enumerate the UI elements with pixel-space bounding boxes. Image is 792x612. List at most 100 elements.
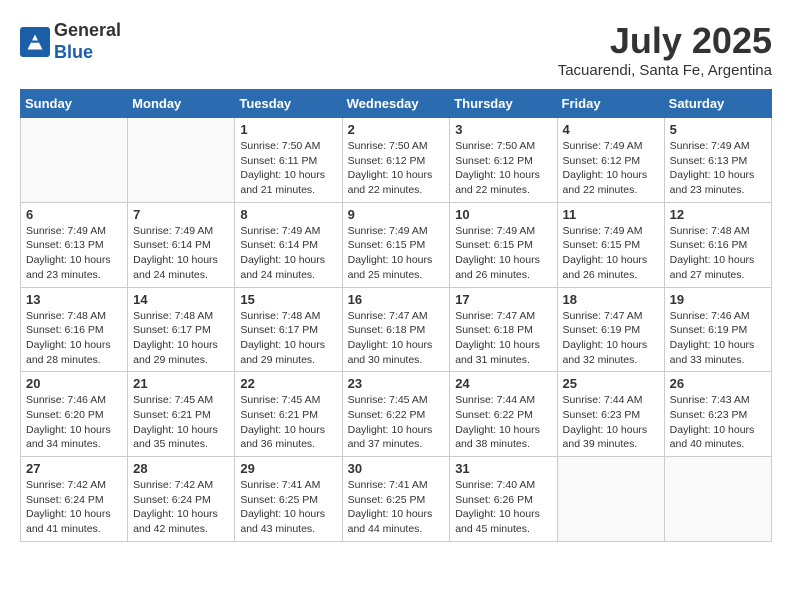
day-number: 19	[670, 292, 766, 307]
day-info: Sunrise: 7:44 AM Sunset: 6:23 PM Dayligh…	[563, 393, 659, 452]
calendar-cell: 11 Sunrise: 7:49 AM Sunset: 6:15 PM Dayli…	[557, 202, 664, 287]
day-number: 10	[455, 207, 551, 222]
calendar-cell: 3 Sunrise: 7:50 AM Sunset: 6:12 PM Daylig…	[450, 118, 557, 203]
calendar-cell: 8 Sunrise: 7:49 AM Sunset: 6:14 PM Daylig…	[235, 202, 342, 287]
day-info: Sunrise: 7:48 AM Sunset: 6:16 PM Dayligh…	[26, 309, 122, 368]
day-info: Sunrise: 7:50 AM Sunset: 6:12 PM Dayligh…	[455, 139, 551, 198]
day-info: Sunrise: 7:45 AM Sunset: 6:22 PM Dayligh…	[348, 393, 445, 452]
page-header: General Blue July 2025 Tacuarendi, Santa…	[20, 20, 772, 79]
logo-general: General	[54, 20, 121, 40]
calendar-cell: 27 Sunrise: 7:42 AM Sunset: 6:24 PM Dayli…	[21, 457, 128, 542]
calendar-week-row: 13 Sunrise: 7:48 AM Sunset: 6:16 PM Dayli…	[21, 287, 772, 372]
calendar-cell: 9 Sunrise: 7:49 AM Sunset: 6:15 PM Daylig…	[342, 202, 450, 287]
calendar-cell	[128, 118, 235, 203]
calendar-cell	[557, 457, 664, 542]
calendar-cell: 14 Sunrise: 7:48 AM Sunset: 6:17 PM Dayli…	[128, 287, 235, 372]
title-block: July 2025 Tacuarendi, Santa Fe, Argentin…	[558, 20, 772, 79]
day-number: 5	[670, 122, 766, 137]
day-info: Sunrise: 7:50 AM Sunset: 6:11 PM Dayligh…	[240, 139, 336, 198]
day-number: 16	[348, 292, 445, 307]
day-number: 22	[240, 376, 336, 391]
logo-text: General Blue	[54, 20, 121, 63]
day-info: Sunrise: 7:47 AM Sunset: 6:18 PM Dayligh…	[455, 309, 551, 368]
calendar-cell: 7 Sunrise: 7:49 AM Sunset: 6:14 PM Daylig…	[128, 202, 235, 287]
day-info: Sunrise: 7:46 AM Sunset: 6:19 PM Dayligh…	[670, 309, 766, 368]
weekday-header-row: SundayMondayTuesdayWednesdayThursdayFrid…	[21, 90, 772, 118]
day-info: Sunrise: 7:45 AM Sunset: 6:21 PM Dayligh…	[133, 393, 229, 452]
calendar-cell: 1 Sunrise: 7:50 AM Sunset: 6:11 PM Daylig…	[235, 118, 342, 203]
day-number: 25	[563, 376, 659, 391]
calendar-cell: 2Sunrise: 7:50 AM Sunset: 6:12 PM Daylig…	[342, 118, 450, 203]
day-number: 14	[133, 292, 229, 307]
weekday-header: Saturday	[664, 90, 771, 118]
calendar-cell: 31 Sunrise: 7:40 AM Sunset: 6:26 PM Dayli…	[450, 457, 557, 542]
calendar-cell: 20Sunrise: 7:46 AM Sunset: 6:20 PM Dayli…	[21, 372, 128, 457]
day-number: 7	[133, 207, 229, 222]
calendar-cell: 30Sunrise: 7:41 AM Sunset: 6:25 PM Dayli…	[342, 457, 450, 542]
calendar-week-row: 27 Sunrise: 7:42 AM Sunset: 6:24 PM Dayli…	[21, 457, 772, 542]
day-info: Sunrise: 7:40 AM Sunset: 6:26 PM Dayligh…	[455, 478, 551, 537]
day-info: Sunrise: 7:41 AM Sunset: 6:25 PM Dayligh…	[348, 478, 445, 537]
calendar-cell: 25 Sunrise: 7:44 AM Sunset: 6:23 PM Dayli…	[557, 372, 664, 457]
day-number: 9	[348, 207, 445, 222]
day-number: 27	[26, 461, 122, 476]
calendar-cell: 16 Sunrise: 7:47 AM Sunset: 6:18 PM Dayli…	[342, 287, 450, 372]
day-info: Sunrise: 7:49 AM Sunset: 6:15 PM Dayligh…	[348, 224, 445, 283]
day-number: 18	[563, 292, 659, 307]
calendar-cell: 22 Sunrise: 7:45 AM Sunset: 6:21 PM Dayli…	[235, 372, 342, 457]
day-info: Sunrise: 7:42 AM Sunset: 6:24 PM Dayligh…	[26, 478, 122, 537]
calendar-cell: 29Sunrise: 7:41 AM Sunset: 6:25 PM Dayli…	[235, 457, 342, 542]
calendar-cell: 26 Sunrise: 7:43 AM Sunset: 6:23 PM Dayli…	[664, 372, 771, 457]
day-number: 26	[670, 376, 766, 391]
day-info: Sunrise: 7:46 AM Sunset: 6:20 PM Dayligh…	[26, 393, 122, 452]
calendar-week-row: 1 Sunrise: 7:50 AM Sunset: 6:11 PM Daylig…	[21, 118, 772, 203]
day-number: 3	[455, 122, 551, 137]
day-info: Sunrise: 7:45 AM Sunset: 6:21 PM Dayligh…	[240, 393, 336, 452]
calendar-cell: 6 Sunrise: 7:49 AM Sunset: 6:13 PM Daylig…	[21, 202, 128, 287]
day-info: Sunrise: 7:50 AM Sunset: 6:12 PM Dayligh…	[348, 139, 445, 198]
day-info: Sunrise: 7:43 AM Sunset: 6:23 PM Dayligh…	[670, 393, 766, 452]
calendar-cell: 4 Sunrise: 7:49 AM Sunset: 6:12 PM Daylig…	[557, 118, 664, 203]
day-number: 11	[563, 207, 659, 222]
day-number: 12	[670, 207, 766, 222]
calendar-cell: 13 Sunrise: 7:48 AM Sunset: 6:16 PM Dayli…	[21, 287, 128, 372]
day-info: Sunrise: 7:49 AM Sunset: 6:15 PM Dayligh…	[455, 224, 551, 283]
calendar-week-row: 6 Sunrise: 7:49 AM Sunset: 6:13 PM Daylig…	[21, 202, 772, 287]
day-number: 15	[240, 292, 336, 307]
day-number: 13	[26, 292, 122, 307]
day-number: 23	[348, 376, 445, 391]
calendar-cell: 18Sunrise: 7:47 AM Sunset: 6:19 PM Dayli…	[557, 287, 664, 372]
day-number: 4	[563, 122, 659, 137]
calendar-cell: 5 Sunrise: 7:49 AM Sunset: 6:13 PM Daylig…	[664, 118, 771, 203]
day-info: Sunrise: 7:41 AM Sunset: 6:25 PM Dayligh…	[240, 478, 336, 537]
calendar-cell: 15Sunrise: 7:48 AM Sunset: 6:17 PM Dayli…	[235, 287, 342, 372]
day-number: 31	[455, 461, 551, 476]
calendar-cell	[664, 457, 771, 542]
weekday-header: Thursday	[450, 90, 557, 118]
day-info: Sunrise: 7:49 AM Sunset: 6:13 PM Dayligh…	[26, 224, 122, 283]
weekday-header: Friday	[557, 90, 664, 118]
day-info: Sunrise: 7:49 AM Sunset: 6:14 PM Dayligh…	[240, 224, 336, 283]
day-info: Sunrise: 7:47 AM Sunset: 6:18 PM Dayligh…	[348, 309, 445, 368]
day-info: Sunrise: 7:49 AM Sunset: 6:12 PM Dayligh…	[563, 139, 659, 198]
day-info: Sunrise: 7:48 AM Sunset: 6:16 PM Dayligh…	[670, 224, 766, 283]
calendar-cell	[21, 118, 128, 203]
weekday-header: Sunday	[21, 90, 128, 118]
logo-blue: Blue	[54, 42, 93, 62]
day-number: 8	[240, 207, 336, 222]
weekday-header: Wednesday	[342, 90, 450, 118]
day-info: Sunrise: 7:49 AM Sunset: 6:14 PM Dayligh…	[133, 224, 229, 283]
calendar-cell: 21Sunrise: 7:45 AM Sunset: 6:21 PM Dayli…	[128, 372, 235, 457]
calendar-cell: 17Sunrise: 7:47 AM Sunset: 6:18 PM Dayli…	[450, 287, 557, 372]
day-info: Sunrise: 7:42 AM Sunset: 6:24 PM Dayligh…	[133, 478, 229, 537]
day-number: 6	[26, 207, 122, 222]
calendar-cell: 23 Sunrise: 7:45 AM Sunset: 6:22 PM Dayli…	[342, 372, 450, 457]
day-number: 1	[240, 122, 336, 137]
calendar-cell: 24Sunrise: 7:44 AM Sunset: 6:22 PM Dayli…	[450, 372, 557, 457]
calendar-cell: 19 Sunrise: 7:46 AM Sunset: 6:19 PM Dayli…	[664, 287, 771, 372]
day-info: Sunrise: 7:49 AM Sunset: 6:15 PM Dayligh…	[563, 224, 659, 283]
day-info: Sunrise: 7:48 AM Sunset: 6:17 PM Dayligh…	[133, 309, 229, 368]
calendar-table: SundayMondayTuesdayWednesdayThursdayFrid…	[20, 89, 772, 542]
day-info: Sunrise: 7:49 AM Sunset: 6:13 PM Dayligh…	[670, 139, 766, 198]
calendar-cell: 10 Sunrise: 7:49 AM Sunset: 6:15 PM Dayli…	[450, 202, 557, 287]
